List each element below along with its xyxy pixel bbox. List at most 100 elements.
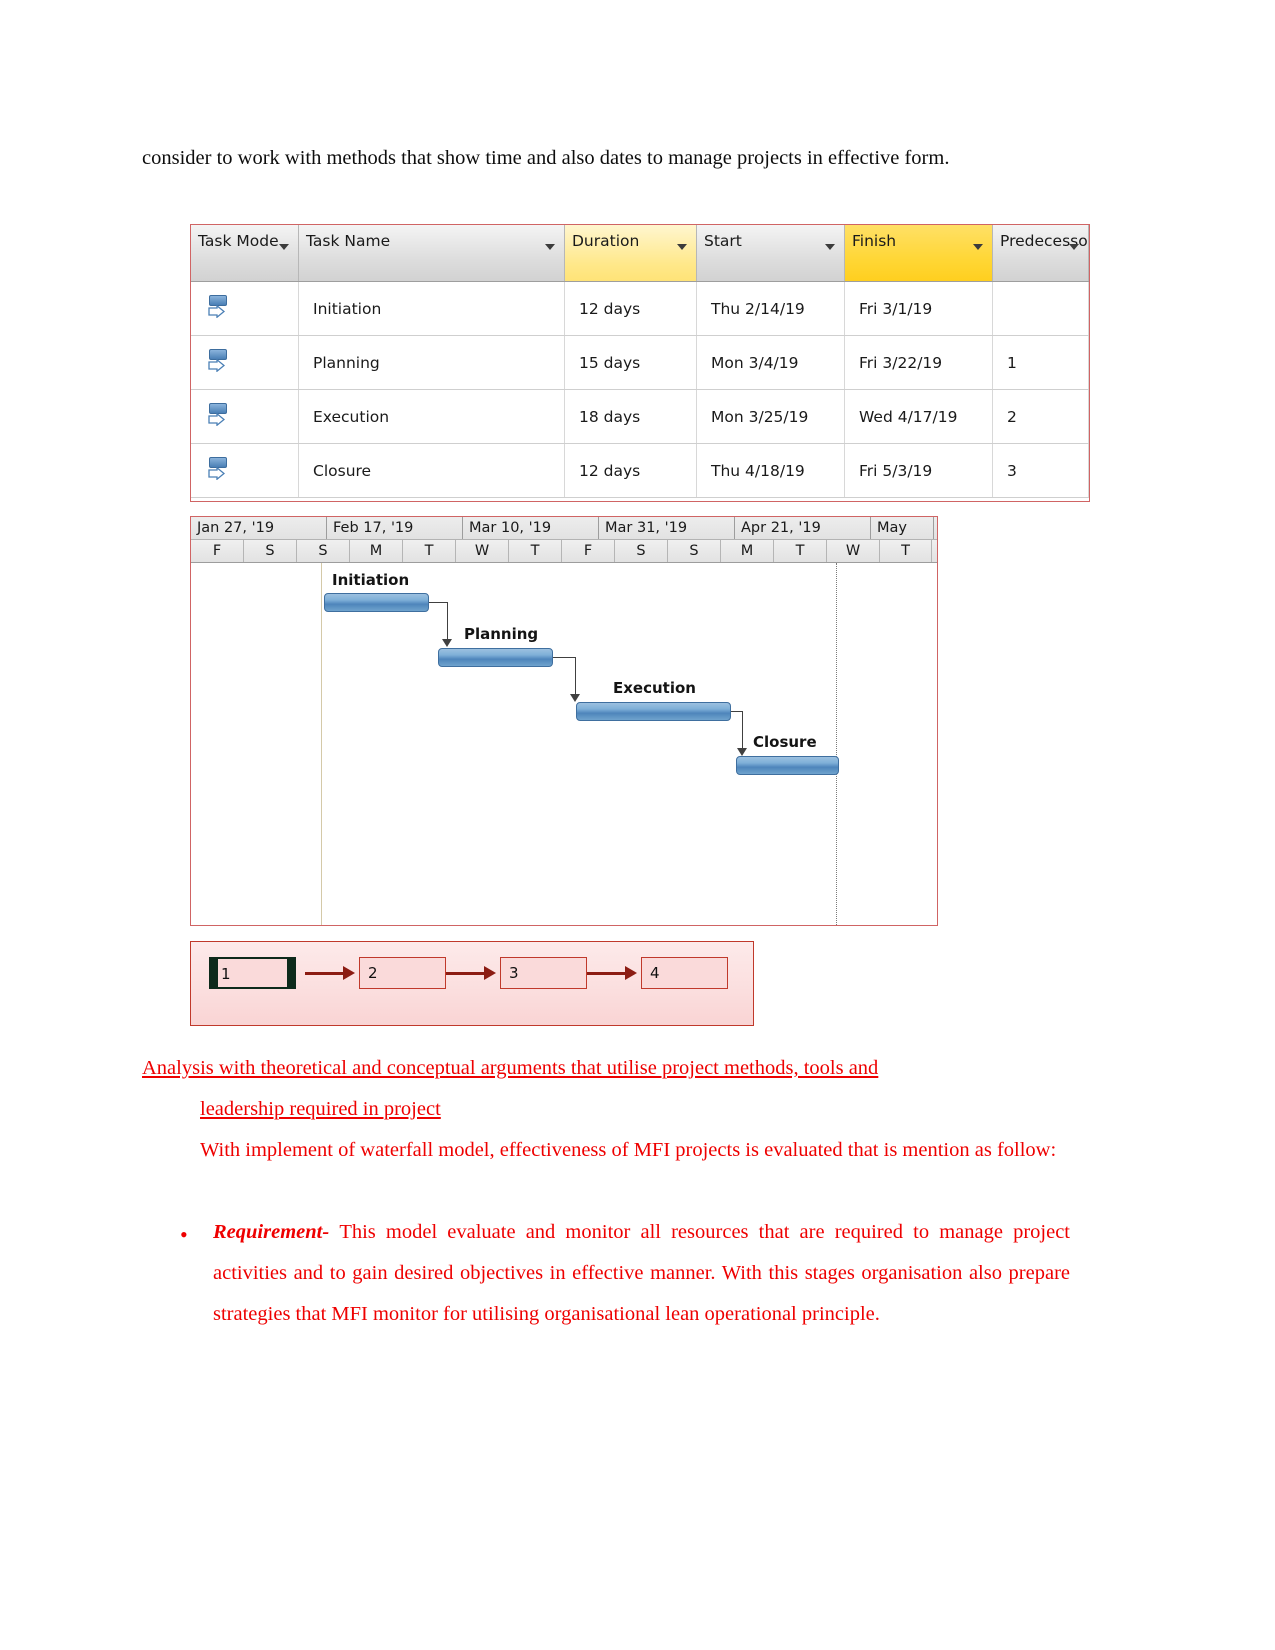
chevron-down-icon[interactable] (545, 244, 555, 250)
gantt-day-cell: F (191, 540, 244, 562)
arrow-right-icon (484, 966, 496, 980)
document-page: consider to work with methods that show … (0, 0, 1275, 1650)
cell-finish[interactable]: Fri 3/22/19 (844, 335, 993, 390)
gantt-link (731, 711, 742, 712)
column-header-task-name[interactable]: Task Name (298, 225, 565, 282)
cell-task-name[interactable]: Initiation (298, 281, 565, 336)
cell-task-name[interactable]: Closure (298, 443, 565, 498)
gantt-bar-planning[interactable] (438, 648, 553, 667)
gantt-day-cell: W (456, 540, 509, 562)
cell-task-mode[interactable] (191, 335, 299, 390)
gantt-bar-initiation[interactable] (324, 593, 429, 612)
section-heading-line1: Analysis with theoretical and conceptual… (142, 1057, 879, 1079)
table-row[interactable]: Execution 18 days Mon 3/25/19 Wed 4/17/1… (191, 389, 1089, 444)
cell-start[interactable]: Thu 4/18/19 (696, 443, 845, 498)
network-node-3[interactable]: 3 (500, 957, 587, 989)
network-node-1[interactable]: 1 (209, 957, 296, 989)
cell-duration[interactable]: 15 days (564, 335, 697, 390)
gantt-day-cell: T (774, 540, 827, 562)
cell-predecessors[interactable] (992, 281, 1089, 336)
chevron-down-icon[interactable] (279, 244, 289, 250)
gantt-day-header: F S S M T W T F S S M T W T (191, 540, 937, 563)
gantt-chart: Jan 27, '19 Feb 17, '19 Mar 10, '19 Mar … (190, 516, 938, 926)
cell-task-mode[interactable] (191, 389, 299, 444)
gantt-link-arrow-icon (570, 694, 580, 702)
gantt-today-line (321, 563, 322, 925)
gantt-day-cell: M (721, 540, 774, 562)
auto-schedule-icon (207, 294, 233, 323)
arrow-right-icon (625, 966, 637, 980)
table-row[interactable]: Initiation 12 days Thu 2/14/19 Fri 3/1/1… (191, 281, 1089, 336)
gantt-day-cell: S (297, 540, 350, 562)
cell-predecessors[interactable]: 1 (992, 335, 1089, 390)
gantt-link (575, 657, 576, 698)
cell-start[interactable]: Mon 3/4/19 (696, 335, 845, 390)
gantt-link-arrow-icon (442, 639, 452, 647)
cell-finish[interactable]: Fri 5/3/19 (844, 443, 993, 498)
cell-duration[interactable]: 12 days (564, 281, 697, 336)
chevron-down-icon[interactable] (973, 244, 983, 250)
section-heading-line2: leadership required in project (200, 1098, 441, 1120)
cell-predecessors[interactable]: 2 (992, 389, 1089, 444)
gantt-month-cell: Apr 21, '19 (735, 517, 871, 539)
cell-duration[interactable]: 18 days (564, 389, 697, 444)
network-node-2[interactable]: 2 (359, 957, 446, 989)
cell-start[interactable]: Thu 2/14/19 (696, 281, 845, 336)
cell-start[interactable]: Mon 3/25/19 (696, 389, 845, 444)
gantt-link (742, 711, 743, 752)
gantt-bar-label-initiation: Initiation (332, 571, 410, 589)
gantt-day-cell: M (350, 540, 403, 562)
cell-task-name[interactable]: Planning (298, 335, 565, 390)
gantt-link (429, 602, 447, 603)
column-header-predecessors[interactable]: Predecessors (992, 225, 1089, 282)
list-item-dash: - (322, 1221, 340, 1243)
chevron-down-icon[interactable] (1069, 244, 1079, 250)
table-row[interactable]: Closure 12 days Thu 4/18/19 Fri 5/3/19 3 (191, 443, 1089, 498)
auto-schedule-icon (207, 348, 233, 377)
gantt-day-cell: T (509, 540, 562, 562)
table-header-row: Task Mode Task Name Duration Start Finis… (191, 225, 1089, 282)
gantt-day-cell: T (880, 540, 932, 562)
gantt-day-cell: W (827, 540, 880, 562)
gantt-day-cell: S (668, 540, 721, 562)
gantt-link (447, 602, 448, 642)
cell-predecessors[interactable]: 3 (992, 443, 1089, 498)
bullet-icon: • (180, 1222, 188, 1247)
gantt-bar-label-execution: Execution (613, 679, 696, 697)
list-item-body: This model evaluate and monitor all reso… (213, 1221, 1071, 1325)
cell-finish[interactable]: Fri 3/1/19 (844, 281, 993, 336)
table-row[interactable]: Planning 15 days Mon 3/4/19 Fri 3/22/19 … (191, 335, 1089, 390)
gantt-link-arrow-icon (737, 748, 747, 756)
cell-task-mode[interactable] (191, 281, 299, 336)
gantt-link (553, 657, 575, 658)
gantt-day-cell: S (615, 540, 668, 562)
gantt-day-cell: T (403, 540, 456, 562)
chevron-down-icon[interactable] (825, 244, 835, 250)
gantt-month-cell: Feb 17, '19 (327, 517, 463, 539)
gantt-month-cell: May (871, 517, 934, 539)
cell-duration[interactable]: 12 days (564, 443, 697, 498)
gantt-day-cell: S (244, 540, 297, 562)
cell-task-name[interactable]: Execution (298, 389, 565, 444)
gantt-bar-execution[interactable] (576, 702, 731, 721)
task-table: Task Mode Task Name Duration Start Finis… (191, 225, 1089, 498)
chevron-down-icon[interactable] (677, 244, 687, 250)
gantt-month-cell: Jan 27, '19 (191, 517, 327, 539)
network-diagram: 1 2 3 4 (190, 941, 754, 1026)
column-header-start[interactable]: Start (696, 225, 845, 282)
gantt-bar-closure[interactable] (736, 756, 839, 775)
network-node-4[interactable]: 4 (641, 957, 728, 989)
column-header-task-mode[interactable]: Task Mode (191, 225, 299, 282)
list-item: • Requirement- This model evaluate and m… (180, 1212, 1070, 1335)
waterfall-intro-paragraph: With implement of waterfall model, effec… (200, 1139, 1057, 1161)
cell-task-mode[interactable] (191, 443, 299, 498)
column-header-task-name-label: Task Name (306, 232, 391, 250)
gantt-month-header: Jan 27, '19 Feb 17, '19 Mar 10, '19 Mar … (191, 517, 937, 540)
column-header-start-label: Start (704, 232, 742, 250)
cell-finish[interactable]: Wed 4/17/19 (844, 389, 993, 444)
gantt-month-cell: Mar 10, '19 (463, 517, 599, 539)
gantt-day-cell: F (562, 540, 615, 562)
gantt-month-cell: Mar 31, '19 (599, 517, 735, 539)
column-header-duration[interactable]: Duration (564, 225, 697, 282)
column-header-finish[interactable]: Finish (844, 225, 993, 282)
